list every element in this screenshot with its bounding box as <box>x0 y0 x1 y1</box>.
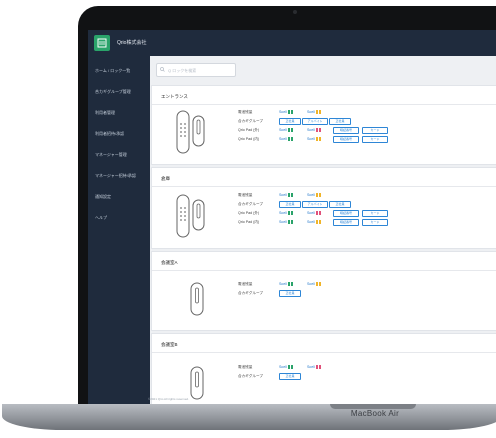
pad-inner-label: Qrio Pad (内) <box>238 220 260 224</box>
top-bar: Qrio株式会社 <box>88 30 496 56</box>
pin-code-button[interactable]: 暗証番号 <box>333 210 359 217</box>
battery-label: 電池残量 <box>238 193 253 197</box>
company-name: Qrio株式会社 <box>117 40 147 46</box>
group-tag-button[interactable]: 正社員 <box>279 201 301 208</box>
pin-code-button[interactable]: 暗証番号 <box>333 136 359 143</box>
lock-illustration-icon <box>190 282 204 316</box>
lock-card-entrance[interactable]: エントランス 電池残量 合カギグループ Qrio Pad (外) Qrio Pa… <box>151 85 496 165</box>
search-icon <box>160 67 165 72</box>
battery-label: 電池残量 <box>238 365 253 369</box>
sidebar-item-home[interactable]: ホーム / ロック一覧 <box>95 68 130 74</box>
pad1-battery-2: Scell <box>307 211 321 215</box>
battery-2: Scell <box>307 365 321 369</box>
pad1-battery-1: Scell <box>279 211 293 215</box>
pad2-battery-2: Scell <box>307 137 321 141</box>
battery-label: 電池残量 <box>238 282 253 286</box>
pad1-battery-2: Scell <box>307 128 321 132</box>
lock-card-title: エントランス <box>161 94 188 99</box>
qrio-logo-icon <box>94 35 110 51</box>
battery-label: 電池残量 <box>238 110 253 114</box>
sidebar-item-users[interactable]: 利用者管理 <box>95 110 115 116</box>
key-group-label: 合カギグループ <box>238 119 263 123</box>
pad-outer-label: Qrio Pad (外) <box>238 211 260 215</box>
pad2-battery-2: Scell <box>307 220 321 224</box>
sidebar-item-manager-invite[interactable]: マネージャー招待/承認 <box>95 173 136 179</box>
pad1-battery-1: Scell <box>279 128 293 132</box>
app-screen: Qrio株式会社 ホーム / ロック一覧 合カギグループ管理 利用者管理 利用者… <box>88 30 496 406</box>
sidebar-item-key-groups[interactable]: 合カギグループ管理 <box>95 89 131 95</box>
copyright-text: ©2021 Qrio All rights reserved. <box>148 397 189 401</box>
sidebar-item-notifications[interactable]: 通知設定 <box>95 194 111 200</box>
card-button[interactable]: カード <box>362 210 388 217</box>
group-tag-button[interactable]: 正社員 <box>329 118 351 125</box>
camera-dot <box>293 10 297 14</box>
sidebar-item-help[interactable]: ヘルプ <box>95 215 107 221</box>
battery-2: Scell <box>307 110 321 114</box>
sidebar-item-managers[interactable]: マネージャー管理 <box>95 152 127 158</box>
battery-2: Scell <box>307 282 321 286</box>
battery-2: Scell <box>307 193 321 197</box>
pad2-battery-1: Scell <box>279 220 293 224</box>
card-divider <box>152 352 496 353</box>
card-button[interactable]: カード <box>362 219 388 226</box>
key-group-label: 合カギグループ <box>238 202 263 206</box>
lock-keypad-illustration-icon <box>176 110 205 154</box>
lock-illustration-icon <box>190 366 204 400</box>
pin-code-button[interactable]: 暗証番号 <box>333 127 359 134</box>
search-input[interactable]: Q ロックを検索 <box>156 63 236 77</box>
card-divider <box>152 104 496 105</box>
device-label: MacBook Air <box>350 409 400 418</box>
group-tag-button[interactable]: 正社員 <box>329 201 351 208</box>
key-group-label: 合カギグループ <box>238 374 263 378</box>
sidebar-item-user-invite[interactable]: 利用者招待/承認 <box>95 131 124 137</box>
sidebar: ホーム / ロック一覧 合カギグループ管理 利用者管理 利用者招待/承認 マネー… <box>88 56 150 406</box>
lock-card-warehouse[interactable]: 倉庫 電池残量 合カギグループ Qrio Pad (外) Qrio Pad (内… <box>151 167 496 249</box>
pad-inner-label: Qrio Pad (内) <box>238 137 260 141</box>
battery-1: Scell <box>279 365 293 369</box>
battery-1: Scell <box>279 282 293 286</box>
pin-code-button[interactable]: 暗証番号 <box>333 219 359 226</box>
lock-keypad-illustration-icon <box>176 194 205 238</box>
pad2-battery-1: Scell <box>279 137 293 141</box>
lock-card-meeting-room-a[interactable]: 会議室A 電池残量 合カギグループ Scell Scell 正社員 <box>151 251 496 331</box>
group-tag-button[interactable]: 正社員 <box>279 290 301 297</box>
key-group-label: 合カギグループ <box>238 291 263 295</box>
card-divider <box>152 270 496 271</box>
lock-card-title: 倉庫 <box>161 176 170 181</box>
lock-card-title: 会議室A <box>161 260 178 265</box>
card-button[interactable]: カード <box>362 127 388 134</box>
card-divider <box>152 186 496 187</box>
group-tag-button[interactable]: アルバイト <box>302 118 328 125</box>
search-placeholder: Q ロックを検索 <box>168 68 197 73</box>
pad-outer-label: Qrio Pad (外) <box>238 128 260 132</box>
battery-1: Scell <box>279 193 293 197</box>
lock-card-title: 会議室B <box>161 342 178 347</box>
lock-card-meeting-room-b[interactable]: 会議室B 電池残量 合カギグループ Scell Scell 正社員 <box>151 333 496 406</box>
group-tag-button[interactable]: アルバイト <box>302 201 328 208</box>
battery-1: Scell <box>279 110 293 114</box>
group-tag-button[interactable]: 正社員 <box>279 118 301 125</box>
group-tag-button[interactable]: 正社員 <box>279 373 301 380</box>
card-button[interactable]: カード <box>362 136 388 143</box>
